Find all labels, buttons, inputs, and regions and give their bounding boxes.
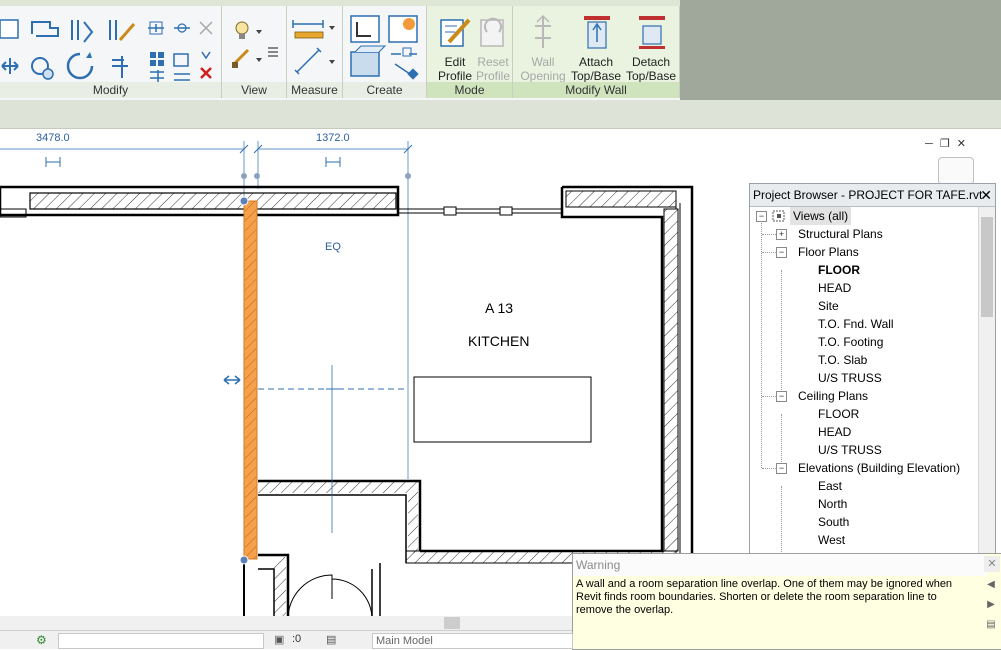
tree-group-structural-plans[interactable]: Structural Plans — [798, 225, 883, 243]
modify-tools-icons[interactable] — [0, 14, 215, 84]
warning-close-icon[interactable]: ✕ — [984, 556, 1000, 572]
tree-root-views[interactable]: Views (all) — [790, 207, 852, 225]
warning-dialog: Warning ✕ A wall and a room separation l… — [572, 553, 1001, 650]
tree-group-elevations[interactable]: Elevations (Building Elevation) — [798, 459, 960, 477]
dimension-right[interactable]: 1372.0 — [316, 132, 350, 144]
tree-toggle-structural-plans[interactable]: + — [776, 229, 787, 240]
design-options-icon[interactable]: ▤ — [326, 633, 336, 646]
panel-label-create: Create — [343, 82, 426, 98]
panel-label-modify: Modify — [0, 82, 221, 98]
warning-message: A wall and a room separation line overla… — [576, 578, 953, 616]
tree-item-floor-plan-floor[interactable]: FLOOR — [818, 261, 860, 279]
panel-modify-wall: Wall Opening Attach Top/Base Detach Top/… — [513, 6, 680, 98]
canvas-horizontal-scrollbar[interactable] — [0, 616, 572, 630]
tree-item-floor-plan-fnd-wall[interactable]: T.O. Fnd. Wall — [818, 315, 894, 333]
project-browser-scrollbar[interactable] — [978, 207, 995, 556]
warning-prev-icon[interactable]: ◀ — [984, 578, 998, 592]
tree-item-floor-plan-us-truss[interactable]: U/S TRUSS — [818, 369, 882, 387]
workset-selector[interactable] — [58, 633, 264, 649]
views-icon — [772, 210, 785, 222]
tree-item-elevation-west[interactable]: West — [818, 531, 845, 549]
panel-measure: Measure — [287, 6, 343, 98]
editable-only-icon[interactable]: ▣ — [274, 633, 284, 646]
panel-label-mode: Mode — [427, 82, 512, 98]
view-window-controls[interactable]: ─ ❐ ✕ — [925, 137, 966, 150]
measure-tools-icons[interactable] — [291, 16, 339, 80]
attach-top-base-button[interactable]: Attach Top/Base — [568, 12, 624, 86]
options-bar — [0, 100, 1001, 129]
tree-item-floor-plan-footing[interactable]: T.O. Footing — [818, 333, 883, 351]
project-browser-tree: − Views (all) + Structural Plans − Floor… — [750, 207, 978, 556]
horizontal-scroll-thumb[interactable] — [444, 617, 460, 629]
warning-title: Warning — [573, 554, 986, 576]
panel-label-measure: Measure — [287, 82, 342, 98]
eq-label[interactable]: EQ — [325, 241, 341, 253]
tree-toggle-floor-plans[interactable]: − — [776, 247, 787, 258]
scrollbar-thumb[interactable] — [981, 217, 993, 317]
create-tools-icons[interactable] — [347, 12, 423, 82]
room-number[interactable]: A 13 — [485, 300, 513, 316]
detach-top-base-icon — [639, 16, 665, 49]
tree-item-ceiling-plan-us-truss[interactable]: U/S TRUSS — [818, 441, 882, 459]
reset-profile-icon — [480, 17, 504, 47]
attach-label-1: Attach — [578, 55, 614, 69]
tree-item-elevation-east[interactable]: East — [818, 477, 842, 495]
wall-opening-label-2: Opening — [520, 69, 566, 83]
ribbon: Modify View Measure Create Edit Profile … — [0, 0, 1001, 101]
panel-mode: Edit Profile Reset Profile Mode — [427, 6, 513, 98]
project-browser-titlebar[interactable]: Project Browser - PROJECT FOR TAFE.rvt ✕ — [750, 184, 995, 207]
status-bar: ⚙ ▣ :0 ▤ Main Model — [0, 630, 573, 649]
tree-item-ceiling-plan-head[interactable]: HEAD — [818, 423, 851, 441]
panel-label-modify-wall: Modify Wall — [513, 82, 679, 98]
attach-top-base-icon — [584, 16, 610, 49]
restore-icon[interactable]: ❐ — [940, 138, 950, 150]
view-tools-icons[interactable] — [228, 18, 278, 78]
tree-item-floor-plan-site[interactable]: Site — [818, 297, 839, 315]
tree-item-floor-plan-head[interactable]: HEAD — [818, 279, 851, 297]
panel-modify: Modify — [0, 6, 222, 98]
warning-next-icon[interactable]: ▶ — [984, 598, 998, 612]
panel-create: Create — [343, 6, 427, 98]
wall-opening-label-1: Wall — [531, 55, 555, 69]
project-browser: Project Browser - PROJECT FOR TAFE.rvt ✕… — [749, 183, 996, 557]
minimize-icon[interactable]: ─ — [925, 138, 933, 150]
attach-label-2: Top/Base — [570, 69, 622, 83]
tree-group-floor-plans[interactable]: Floor Plans — [798, 243, 859, 261]
wall-opening-icon — [535, 14, 551, 48]
tree-item-elevation-north[interactable]: North — [818, 495, 847, 513]
detach-label-2: Top/Base — [625, 69, 677, 83]
tree-item-floor-plan-slab[interactable]: T.O. Slab — [818, 351, 867, 369]
dimension-left[interactable]: 3478.0 — [36, 132, 70, 144]
tree-item-elevation-south[interactable]: South — [818, 513, 849, 531]
design-option-selector[interactable]: Main Model — [372, 633, 573, 649]
detach-label-1: Detach — [631, 55, 671, 69]
tree-toggle-ceiling-plans[interactable]: − — [776, 391, 787, 402]
detach-top-base-button[interactable]: Detach Top/Base — [623, 12, 679, 86]
tree-toggle-views[interactable]: − — [756, 211, 767, 222]
wall-opening-button[interactable]: Wall Opening — [515, 12, 571, 86]
status-zero: :0 — [292, 633, 302, 645]
tree-toggle-elevations[interactable]: − — [776, 463, 787, 474]
worksharing-icon[interactable]: ⚙ — [36, 633, 47, 647]
warning-expand-icon[interactable]: ▤ — [984, 618, 998, 632]
close-view-icon[interactable]: ✕ — [957, 138, 966, 150]
tree-item-ceiling-plan-floor[interactable]: FLOOR — [818, 405, 859, 423]
panel-view: View — [222, 6, 287, 98]
tree-group-ceiling-plans[interactable]: Ceiling Plans — [798, 387, 868, 405]
close-icon[interactable]: ✕ — [980, 184, 992, 206]
room-name[interactable]: KITCHEN — [468, 333, 529, 349]
project-browser-title: Project Browser - PROJECT FOR TAFE.rvt — [753, 188, 983, 202]
viewcube-icon[interactable] — [938, 157, 974, 185]
ribbon-empty-area — [680, 0, 1001, 100]
panel-label-view: View — [222, 82, 286, 98]
